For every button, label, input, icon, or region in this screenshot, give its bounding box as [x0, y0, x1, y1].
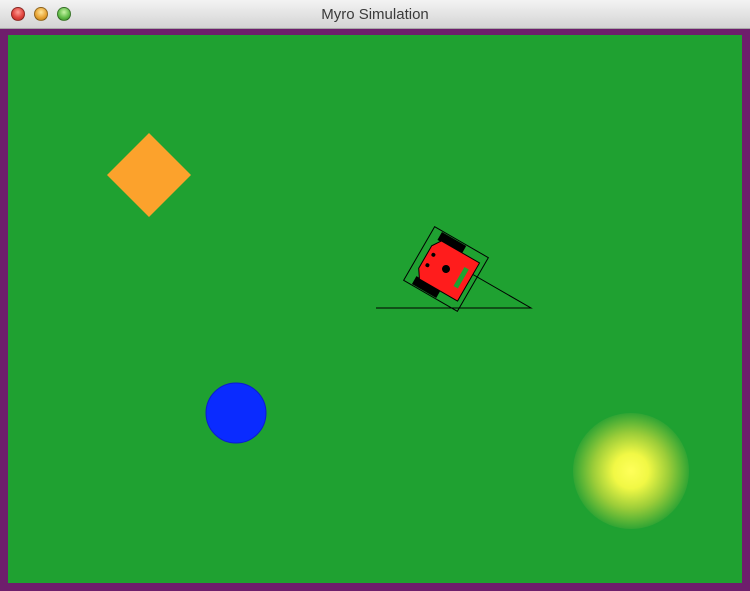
blue-circle [205, 382, 267, 444]
title-bar[interactable]: Myro Simulation [0, 0, 750, 29]
window-title: Myro Simulation [321, 6, 429, 23]
simulation-canvas[interactable] [0, 29, 750, 591]
yellow-light [573, 413, 689, 529]
app-window: Myro Simulation [0, 0, 750, 591]
